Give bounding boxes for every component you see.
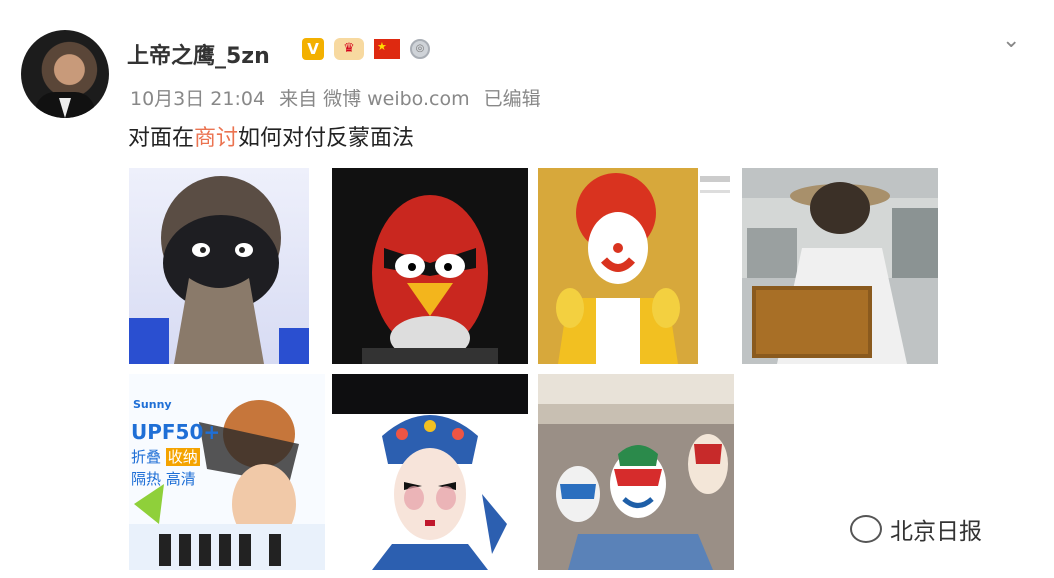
image-thumb-angry-bird-face[interactable] bbox=[332, 168, 528, 364]
watermark-text: 北京日报 bbox=[890, 519, 982, 545]
flag-star: ★ bbox=[377, 40, 387, 53]
image-thumb-ponytail-mask[interactable] bbox=[129, 168, 309, 364]
avatar[interactable] bbox=[21, 30, 109, 118]
post-text-part2: 如何对付反蒙面法 bbox=[238, 126, 415, 151]
ad-fold-label: 折叠 收纳 bbox=[131, 448, 200, 466]
image-thumb-beekeeper[interactable] bbox=[742, 168, 938, 364]
ad-uv-label: 隔热 高清 bbox=[131, 470, 196, 488]
post-source[interactable]: 微博 weibo.com bbox=[323, 88, 470, 110]
source-prefix: 来自 bbox=[279, 88, 318, 110]
image-thumb-peking-opera[interactable] bbox=[332, 374, 528, 570]
image-thumb-sun-visor-ad[interactable]: Sunny UPF50+ 折叠 收纳 隔热 高清 bbox=[129, 374, 325, 570]
ad-fold-tag: 收纳 bbox=[165, 448, 200, 466]
post-text: 对面在商讨如何对付反蒙面法 bbox=[128, 120, 414, 152]
post-text-part1: 对面在 bbox=[128, 126, 195, 151]
username[interactable]: 上帝之鹰_5zn bbox=[127, 38, 270, 70]
medal-badge-icon[interactable]: ◎ bbox=[410, 39, 430, 59]
wechat-icon bbox=[850, 515, 882, 543]
image-thumb-ronald-mcdonald[interactable] bbox=[538, 168, 734, 364]
china-flag-icon[interactable]: ★ bbox=[374, 39, 400, 59]
post-time[interactable]: 10月3日 21:04 bbox=[130, 88, 265, 110]
ad-brand: Sunny bbox=[133, 398, 172, 411]
post-meta: 10月3日 21:04 来自 微博 weibo.com 已编辑 bbox=[130, 84, 555, 111]
chevron-down-icon[interactable]: ⌄ bbox=[1002, 28, 1020, 53]
edited-label[interactable]: 已编辑 bbox=[484, 88, 541, 110]
ad-upf-label: UPF50+ bbox=[131, 420, 221, 444]
watermark: 北京日报 bbox=[850, 512, 982, 546]
crown-badge-icon[interactable]: ♛ bbox=[334, 38, 364, 60]
image-thumb-opera-masks-crowd[interactable] bbox=[538, 374, 734, 570]
verified-badge-icon[interactable]: V bbox=[302, 38, 324, 60]
post-text-link[interactable]: 商讨 bbox=[194, 126, 238, 151]
user-badges: V ♛ ★ ◎ bbox=[302, 38, 430, 60]
